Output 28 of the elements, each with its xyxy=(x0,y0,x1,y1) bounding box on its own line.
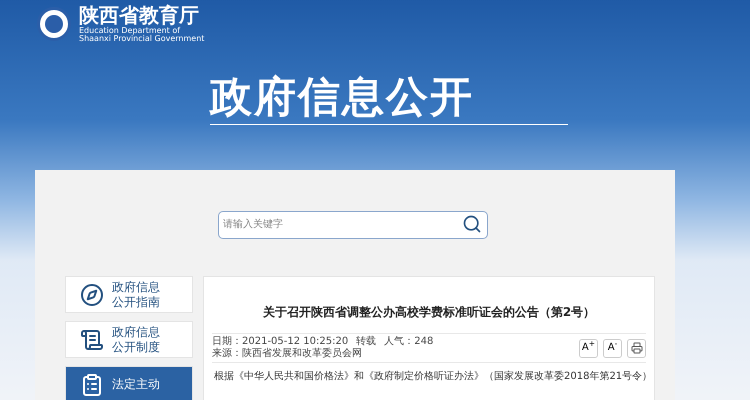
font-size-button[interactable]: A$^{-}$ xyxy=(603,338,622,358)
print-icon xyxy=(630,342,642,354)
sidebar-item[interactable]: 政府信息 公开指南 xyxy=(65,276,193,313)
site-subtitle: Shaanxi Provincial Government xyxy=(79,35,204,43)
article-date: 日期：2021-05-12 10:25:20 xyxy=(212,336,348,348)
compass-icon xyxy=(80,282,104,306)
article-views: 人气：248 xyxy=(384,336,434,348)
site-title: 陕西省教育厅 xyxy=(79,5,200,25)
print-button[interactable] xyxy=(627,338,646,358)
article-title: 关于召开陕西省调整公办高校学费标准听证会的公告（第2号） xyxy=(262,304,596,321)
site-subtitle: Education Department of xyxy=(79,27,182,35)
emblem-logo-icon xyxy=(37,7,71,41)
sidebar-item[interactable]: 政府信息 公开制度 xyxy=(65,321,193,358)
sidebar-label: 政府信息 xyxy=(112,280,160,294)
clipboard-icon xyxy=(80,372,104,396)
sidebar-label: 法定主动 xyxy=(112,377,160,392)
article-repost: 转载 xyxy=(356,336,376,348)
article-source: 来源：陕西省发展和改革委员会网 xyxy=(212,348,363,360)
sidebar-label: 公开制度 xyxy=(112,340,160,354)
search-icon[interactable] xyxy=(462,214,482,234)
search-field[interactable]: 请输入关键字 xyxy=(218,210,488,238)
sidebar-item[interactable]: 法定主动 xyxy=(65,366,193,400)
banner-title: 政府信息公开 xyxy=(210,70,568,125)
list-icon xyxy=(80,328,104,352)
article-body: 根据《中华人民共和国价格法》和《政府制定价格听证办法》（国家发展改革委2018年第21号令） xyxy=(213,370,646,384)
sidebar-label: 公开指南 xyxy=(112,294,160,310)
font-size-button[interactable]: A$^{+}$ xyxy=(579,338,598,358)
sidebar-label: 政府信息 xyxy=(112,324,160,340)
